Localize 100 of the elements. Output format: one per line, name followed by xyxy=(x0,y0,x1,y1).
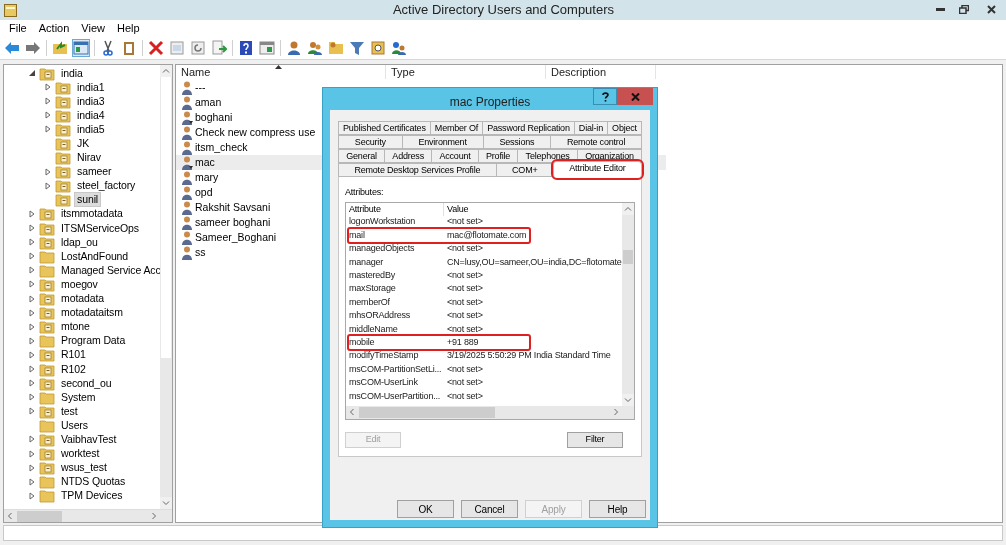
scissors-icon[interactable] xyxy=(100,39,116,56)
tab[interactable]: COM+ xyxy=(495,163,554,177)
menu-item[interactable]: Help xyxy=(111,19,145,37)
help-icon[interactable] xyxy=(238,39,254,56)
tab[interactable]: Sessions xyxy=(482,135,552,149)
tree-item[interactable]: ITSMServiceOps xyxy=(58,220,142,236)
tree-item[interactable]: itsmmotadata xyxy=(58,206,126,222)
tree-item[interactable]: wsus_test xyxy=(58,460,110,476)
list-item[interactable]: Check new compress use xyxy=(195,124,316,141)
collapsed-icon[interactable] xyxy=(28,224,36,233)
tree-item[interactable]: india xyxy=(58,65,86,81)
list-item[interactable]: --- xyxy=(195,79,206,96)
tree-item[interactable]: VaibhavTest xyxy=(58,432,120,447)
tab[interactable]: Profile xyxy=(477,149,519,163)
tree-item[interactable]: LostAndFound xyxy=(58,248,132,264)
forward-arrow-icon[interactable] xyxy=(25,39,41,56)
users-icon[interactable] xyxy=(307,39,323,56)
user-icon[interactable] xyxy=(286,39,302,56)
scroll-thumb[interactable] xyxy=(359,406,495,418)
dialog-button[interactable]: OK xyxy=(397,500,454,518)
tree-item[interactable]: TPM Devices xyxy=(58,488,126,504)
list-item[interactable]: opd xyxy=(195,184,213,201)
menu-item[interactable]: File xyxy=(4,19,32,37)
tab[interactable]: Object xyxy=(607,121,642,135)
list-item[interactable]: mary xyxy=(195,169,219,186)
collapsed-icon[interactable] xyxy=(44,83,52,92)
vertical-scrollbar[interactable] xyxy=(160,65,172,509)
tab[interactable]: General xyxy=(338,149,386,163)
tree-item[interactable]: motadata xyxy=(58,291,107,307)
menu-item[interactable]: View xyxy=(76,19,110,37)
tab[interactable]: Attribute Editor xyxy=(552,161,642,178)
collapsed-icon[interactable] xyxy=(28,294,36,303)
tree-item[interactable]: R102 xyxy=(58,361,89,377)
tree-item[interactable]: Users xyxy=(58,417,91,433)
list-item[interactable]: boghani xyxy=(195,109,233,126)
window-icon[interactable] xyxy=(259,39,275,56)
tree-item[interactable]: india1 xyxy=(74,79,108,95)
collapsed-icon[interactable] xyxy=(28,280,36,289)
tree-item[interactable]: JK xyxy=(74,136,93,151)
tab[interactable]: Account xyxy=(431,149,479,163)
tab[interactable]: Environment xyxy=(401,135,484,149)
collapsed-icon[interactable] xyxy=(28,322,36,331)
collapsed-icon[interactable] xyxy=(44,111,52,120)
list-item[interactable]: Rakshit Savsani xyxy=(195,199,271,216)
folder-icon[interactable] xyxy=(328,39,344,56)
tree-item[interactable]: Managed Service Acc xyxy=(58,262,160,278)
tab[interactable]: Remote Desktop Services Profile xyxy=(338,163,497,177)
list-item[interactable]: Sameer_Boghani xyxy=(195,229,277,246)
dialog-button[interactable]: Cancel xyxy=(461,500,518,518)
tab[interactable]: Published Certificates xyxy=(338,121,431,135)
tree-item[interactable]: test xyxy=(58,403,81,419)
collapsed-icon[interactable] xyxy=(28,463,36,472)
tab[interactable]: Address xyxy=(384,149,433,163)
console-tree-icon[interactable] xyxy=(73,39,89,56)
collapsed-icon[interactable] xyxy=(28,491,36,500)
vertical-scrollbar[interactable] xyxy=(622,202,634,406)
collapsed-icon[interactable] xyxy=(28,210,36,218)
list-item[interactable]: aman xyxy=(195,94,222,111)
tab[interactable]: Remote control xyxy=(550,135,643,149)
scroll-thumb[interactable] xyxy=(623,249,633,264)
list-item[interactable]: itsm_check xyxy=(195,139,248,156)
collapsed-icon[interactable] xyxy=(28,365,36,373)
group-icon[interactable] xyxy=(391,39,407,56)
collapsed-icon[interactable] xyxy=(28,238,36,247)
tree-item[interactable]: ldap_ou xyxy=(58,234,101,250)
list-item[interactable]: ss xyxy=(195,244,206,261)
column-header[interactable]: Description xyxy=(546,65,656,79)
tree-item[interactable]: india5 xyxy=(74,121,108,137)
collapsed-icon[interactable] xyxy=(28,407,36,416)
export-icon[interactable] xyxy=(211,39,227,56)
refresh-icon[interactable] xyxy=(190,39,206,56)
tree-item[interactable]: mtone xyxy=(58,319,93,335)
delete-icon[interactable] xyxy=(148,39,164,56)
close-button[interactable] xyxy=(617,88,653,105)
collapsed-icon[interactable] xyxy=(28,393,36,402)
dialog-button[interactable]: Help xyxy=(589,500,646,518)
tree-item[interactable]: sunil xyxy=(74,192,102,208)
tree-item[interactable]: R101 xyxy=(58,347,89,363)
filter-button[interactable]: Filter xyxy=(567,431,623,448)
column-header[interactable]: Type xyxy=(386,65,546,79)
column-header[interactable]: Attribute xyxy=(346,202,444,216)
collapsed-icon[interactable] xyxy=(28,477,36,486)
tree-item[interactable]: System xyxy=(58,389,99,405)
scroll-thumb[interactable] xyxy=(17,510,62,522)
tree-item[interactable]: worktest xyxy=(58,446,103,462)
tab[interactable]: Member Of xyxy=(429,121,484,135)
collapsed-icon[interactable] xyxy=(44,181,52,190)
tree-item[interactable]: NTDS Quotas xyxy=(58,474,129,490)
tab[interactable]: Password Replication xyxy=(482,121,575,135)
collapsed-icon[interactable] xyxy=(28,308,36,317)
find-icon[interactable] xyxy=(370,39,386,56)
list-item[interactable]: mac xyxy=(195,154,215,171)
menu-item[interactable]: Action xyxy=(33,19,75,37)
collapsed-icon[interactable] xyxy=(28,336,36,345)
tree-item[interactable]: motadataitsm xyxy=(58,305,126,321)
folder-up-icon[interactable] xyxy=(52,39,68,56)
collapsed-icon[interactable] xyxy=(28,449,36,458)
tab[interactable]: Telephones xyxy=(517,149,578,163)
collapsed-icon[interactable] xyxy=(44,167,52,176)
tree-item[interactable]: india4 xyxy=(74,107,108,123)
